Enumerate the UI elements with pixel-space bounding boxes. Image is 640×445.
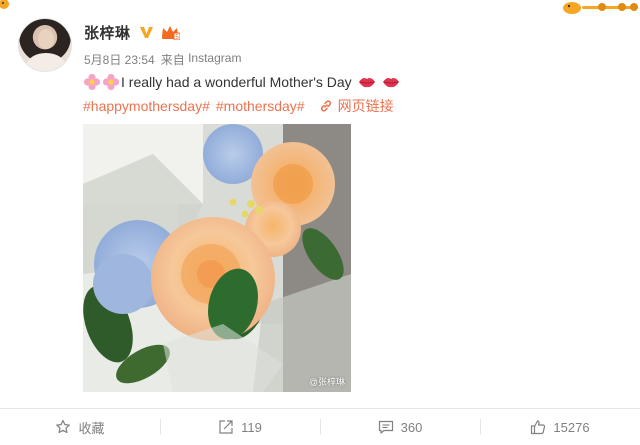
comment-icon [378,419,394,435]
hashtag-link[interactable]: #happymothersday# [83,98,210,114]
lips-emoji-icon [358,78,375,88]
avatar-body [27,53,65,71]
like-count: 15276 [553,419,590,435]
mascot-icon [0,0,9,9]
weibo-post-card: 张梓琳 5 5月8日 23:54 来自 Instagram I really h… [0,0,640,445]
like-button[interactable]: 15276 [480,409,640,445]
hashtag-link[interactable]: #mothersday# [216,98,305,114]
author-row: 张梓琳 5 [84,22,180,42]
repost-button[interactable]: 119 [160,409,320,445]
source-app[interactable]: Instagram [188,51,241,68]
repost-count: 119 [241,419,262,435]
share-icon [218,419,234,435]
mascot-banner-icon [563,2,638,14]
post-text-row: I really had a wonderful Mother's Day [83,72,400,92]
author-name[interactable]: 张梓琳 [84,22,131,43]
avatar[interactable] [18,18,72,72]
post-photo[interactable]: @张梓琳 [83,124,351,392]
star-icon [55,419,71,435]
avatar-face [38,29,54,49]
flower-bouquet-image [83,124,351,392]
flower-emoji-icon [83,73,101,91]
favorite-button[interactable]: 收藏 [0,409,160,445]
post-meta: 5月8日 23:54 来自 Instagram [84,51,241,68]
lips-emoji-icon [382,78,399,88]
web-link[interactable]: 网页链接 [338,96,394,116]
member-crown-icon[interactable]: 5 [160,24,180,40]
post-text: I really had a wonderful Mother's Day [121,74,352,90]
thumbs-up-icon [530,419,546,435]
source-prefix: 来自 [160,53,185,67]
comment-button[interactable]: 360 [320,409,480,445]
favorite-label: 收藏 [78,420,105,436]
flower-emoji-icon [102,73,120,91]
hashtag-row: #happymothersday# #mothersday# 网页链接 [83,96,400,116]
action-bar: 收藏 119 360 15276 [0,408,640,445]
comment-count: 360 [400,419,423,435]
photo-watermark: @张梓琳 [308,377,345,387]
link-icon[interactable] [319,99,333,113]
post-time[interactable]: 5月8日 23:54 [84,51,155,68]
verified-v-icon[interactable] [139,25,154,40]
